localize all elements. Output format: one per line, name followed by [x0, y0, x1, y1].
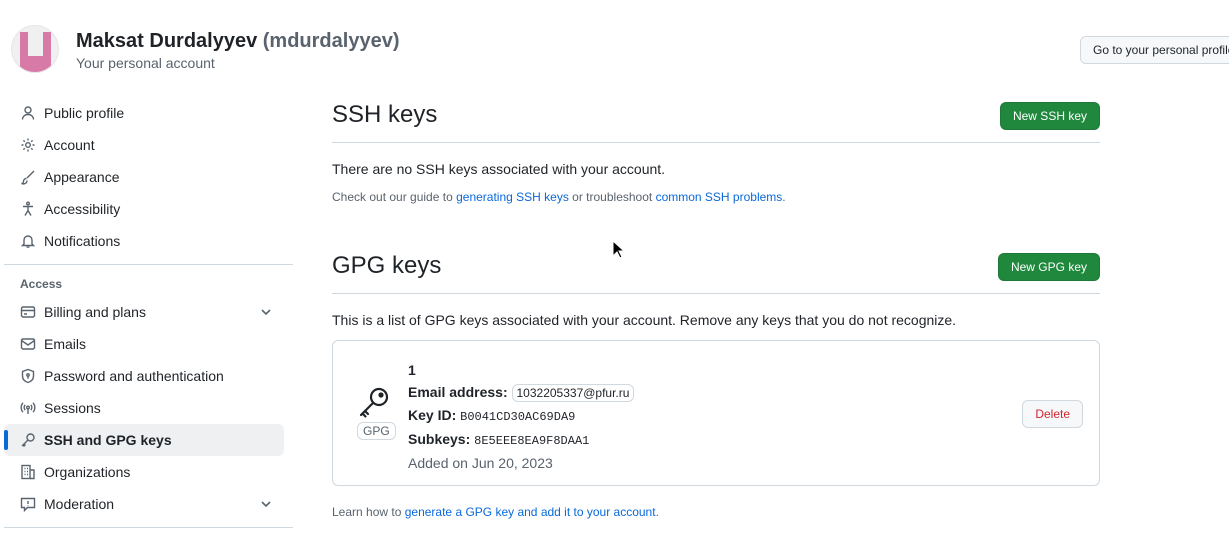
ssh-empty-message: There are no SSH keys associated with yo…	[332, 161, 666, 177]
broadcast-icon	[20, 400, 36, 416]
username: (mdurdalyyev)	[262, 30, 400, 52]
sidebar-item-billing[interactable]: Billing and plans	[4, 296, 284, 328]
ssh-keys-header: SSH keys New SSH key	[332, 95, 1100, 143]
sidebar-item-emails[interactable]: Emails	[4, 328, 284, 360]
account-subtitle: Your personal account	[76, 55, 215, 71]
sidebar-item-label: Emails	[44, 336, 87, 352]
gpg-keys-section: GPG keys New GPG key This is a list of G…	[332, 246, 1100, 519]
gpg-badge: GPG	[357, 422, 396, 440]
sidebar-item-label: Account	[44, 137, 95, 153]
account-name: Maksat Durdalyyev (mdurdalyyev)	[76, 30, 399, 53]
gpg-list-message: This is a list of GPG keys associated wi…	[332, 312, 957, 328]
ssh-keys-title: SSH keys	[332, 101, 438, 128]
mail-icon	[20, 336, 36, 352]
gpg-keys-header: GPG keys New GPG key	[332, 246, 1100, 294]
ssh-keys-section: SSH keys New SSH key There are no SSH ke…	[332, 95, 1100, 204]
mouse-cursor-icon	[612, 239, 626, 263]
gpg-keys-title: GPG keys	[332, 252, 442, 279]
organization-icon	[20, 464, 36, 480]
learn-suffix-text: .	[655, 505, 659, 519]
gpg-key-name: 1	[408, 362, 416, 378]
sidebar-divider	[4, 527, 293, 528]
sidebar-item-label: Notifications	[44, 233, 121, 249]
learn-prefix-text: Learn how to	[332, 505, 402, 519]
gpg-key-item: GPG 1 Email address: 1032205337@pfur.ru …	[332, 340, 1100, 486]
delete-gpg-key-button[interactable]: Delete	[1022, 400, 1083, 428]
report-icon	[20, 496, 36, 512]
gpg-keyid-row: Key ID: B0041CD30AC69DA9	[408, 404, 634, 428]
credit-card-icon	[20, 304, 36, 320]
person-icon	[20, 105, 36, 121]
sidebar-item-label: Organizations	[44, 464, 131, 480]
sidebar-group-access: Access	[20, 277, 63, 291]
key-icon	[357, 385, 393, 422]
sidebar-item-label: Appearance	[44, 169, 120, 185]
go-to-profile-button[interactable]: Go to your personal profile	[1080, 36, 1229, 64]
subkeys-label: Subkeys:	[408, 431, 471, 447]
guide-middle-text: or troubleshoot	[572, 190, 653, 204]
new-ssh-key-button[interactable]: New SSH key	[999, 102, 1100, 130]
sidebar-item-notifications[interactable]: Notifications	[4, 225, 284, 257]
sidebar-item-public-profile[interactable]: Public profile	[4, 97, 284, 129]
new-gpg-key-button[interactable]: New GPG key	[997, 253, 1100, 281]
guide-prefix-text: Check out our guide to	[332, 190, 453, 204]
ssh-guide-note: Check out our guide to generating SSH ke…	[332, 190, 1100, 204]
account-header: Maksat Durdalyyev (mdurdalyyev) Your per…	[11, 25, 1229, 75]
sidebar-item-organizations[interactable]: Organizations	[4, 456, 284, 488]
gpg-learn-note: Learn how to generate a GPG key and add …	[332, 505, 1100, 519]
avatar[interactable]	[11, 25, 59, 73]
sidebar-item-ssh-gpg-keys[interactable]: SSH and GPG keys	[4, 424, 284, 456]
keyid-label: Key ID:	[408, 407, 457, 423]
sidebar-item-label: Moderation	[44, 496, 115, 512]
sidebar-item-label: Public profile	[44, 105, 125, 121]
guide-suffix-text: .	[782, 190, 786, 204]
sidebar-item-label: SSH and GPG keys	[44, 432, 172, 448]
gpg-added-date: Added on Jun 20, 2023	[408, 455, 553, 471]
sidebar-item-label: Password and authentication	[44, 368, 224, 384]
generating-ssh-keys-link[interactable]: generating SSH keys	[456, 190, 569, 204]
gpg-email-value: 1032205337@pfur.ru	[511, 384, 635, 402]
main-content: SSH keys New SSH key There are no SSH ke…	[332, 95, 1100, 519]
accessibility-icon	[20, 201, 36, 217]
sidebar-divider	[4, 264, 293, 265]
shield-lock-icon	[20, 368, 36, 384]
chevron-down-icon[interactable]	[258, 496, 274, 515]
sidebar-item-account[interactable]: Account	[4, 129, 284, 161]
email-label: Email address:	[408, 384, 508, 400]
sidebar-item-accessibility[interactable]: Accessibility	[4, 193, 284, 225]
sidebar-item-label: Billing and plans	[44, 304, 146, 320]
gpg-keyid-value: B0041CD30AC69DA9	[460, 410, 576, 424]
gpg-subkeys-value: 8E5EEE8EA9F8DAA1	[474, 434, 590, 448]
settings-sidebar: Public profile Account Appearance Access…	[4, 97, 293, 535]
sidebar-item-moderation[interactable]: Moderation	[4, 488, 284, 520]
sidebar-item-label: Sessions	[44, 400, 101, 416]
sidebar-item-sessions[interactable]: Sessions	[4, 392, 284, 424]
gear-icon	[20, 137, 36, 153]
display-name: Maksat Durdalyyev	[76, 30, 258, 52]
sidebar-item-password[interactable]: Password and authentication	[4, 360, 284, 392]
sidebar-item-appearance[interactable]: Appearance	[4, 161, 284, 193]
chevron-down-icon[interactable]	[258, 304, 274, 323]
bell-icon	[20, 233, 36, 249]
generate-gpg-key-link[interactable]: generate a GPG key and add it to your ac…	[405, 505, 656, 519]
key-icon	[20, 432, 36, 448]
common-ssh-problems-link[interactable]: common SSH problems	[656, 190, 783, 204]
gpg-key-info: 1 Email address: 1032205337@pfur.ru Key …	[408, 359, 635, 474]
gpg-email-row: Email address: 1032205337@pfur.ru	[408, 381, 635, 404]
gpg-subkeys-row: Subkeys: 8E5EEE8EA9F8DAA1	[408, 428, 634, 452]
paintbrush-icon	[20, 169, 36, 185]
sidebar-item-label: Accessibility	[44, 201, 121, 217]
